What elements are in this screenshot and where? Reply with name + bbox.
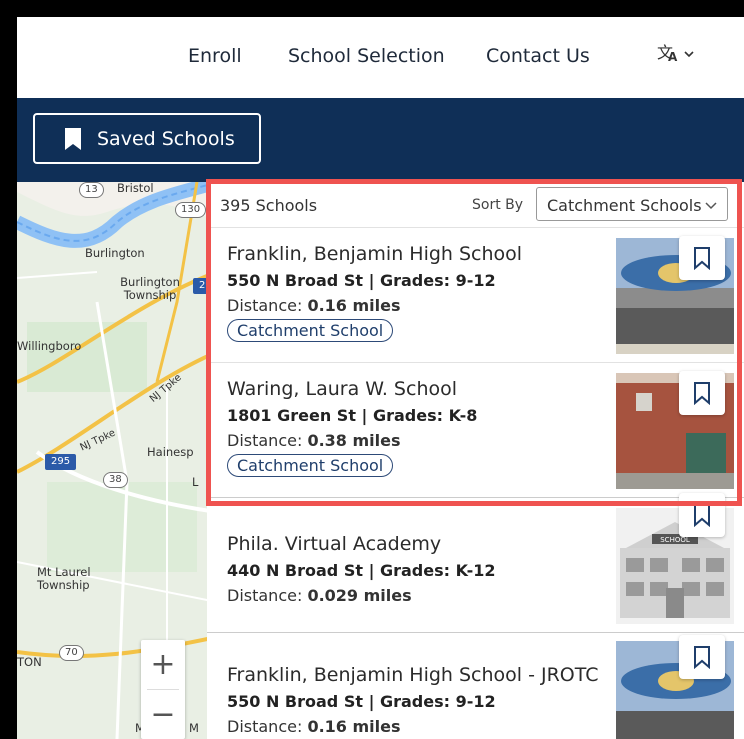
- map-label: M: [189, 721, 199, 735]
- nav-school-selection[interactable]: School Selection: [288, 45, 445, 67]
- list-header: 395 Schools Sort By Catchment Schools: [207, 182, 744, 227]
- saved-schools-button[interactable]: Saved Schools: [33, 113, 261, 164]
- school-count: 395 Schools: [220, 196, 318, 215]
- school-card[interactable]: Phila. Virtual Academy 440 N Broad St | …: [207, 493, 744, 632]
- map-label: Hainesp: [147, 445, 194, 459]
- school-address: 1801 Green St | Grades: K-8: [227, 406, 478, 425]
- distance-value: 0.029 miles: [307, 586, 412, 605]
- saved-schools-label: Saved Schools: [97, 127, 235, 150]
- chevron-down-icon: [705, 202, 717, 210]
- map-label: L: [192, 475, 199, 489]
- school-distance: Distance: 0.16 miles: [227, 717, 401, 736]
- thumb-sign: SCHOOL: [660, 536, 690, 544]
- translate-icon: 文 A: [657, 43, 694, 64]
- nav-contact-us[interactable]: Contact Us: [486, 45, 590, 67]
- nav-enroll[interactable]: Enroll: [188, 45, 242, 67]
- language-selector[interactable]: 文 A: [657, 43, 697, 68]
- school-distance: Distance: 0.16 miles: [227, 296, 401, 315]
- sort-by-label: Sort By: [472, 197, 524, 213]
- distance-value: 0.38 miles: [307, 431, 401, 450]
- route-shield: 130: [175, 202, 207, 218]
- route-shield: 38: [103, 472, 128, 488]
- bookmark-icon: [65, 127, 81, 150]
- route-shield: 70: [59, 645, 84, 661]
- bookmark-icon: [694, 646, 710, 669]
- zoom-out-button[interactable]: −: [141, 690, 185, 739]
- map-label: TON: [17, 655, 42, 669]
- school-name[interactable]: Waring, Laura W. School: [227, 378, 457, 400]
- map-label: Mt Laurel Township: [37, 565, 91, 592]
- bookmark-icon: [694, 382, 710, 405]
- school-distance: Distance: 0.38 miles: [227, 431, 401, 450]
- map-label: Willingboro: [17, 339, 82, 353]
- map-label: Burlington: [85, 246, 145, 260]
- school-name[interactable]: Franklin, Benjamin High School - JROTC: [227, 664, 599, 686]
- school-card[interactable]: Franklin, Benjamin High School 550 N Bro…: [207, 227, 744, 362]
- distance-value: 0.16 miles: [307, 296, 401, 315]
- map-label: Bristol: [117, 182, 154, 195]
- distance-label: Distance:: [227, 586, 308, 605]
- map-label: Burlington Township: [120, 275, 180, 302]
- zoom-in-button[interactable]: +: [141, 640, 185, 689]
- catchment-badge: Catchment School: [227, 454, 394, 477]
- bookmark-icon: [694, 247, 710, 270]
- school-name[interactable]: Phila. Virtual Academy: [227, 533, 441, 555]
- school-card[interactable]: Franklin, Benjamin High School - JROTC 5…: [207, 632, 744, 739]
- bookmark-button[interactable]: [679, 493, 725, 537]
- bookmark-icon: [694, 504, 710, 527]
- route-shield: 295: [45, 454, 77, 470]
- school-address: 550 N Broad St | Grades: 9-12: [227, 271, 496, 290]
- school-list-panel: 395 Schools Sort By Catchment Schools Fr…: [207, 182, 744, 739]
- distance-label: Distance:: [227, 717, 308, 736]
- map[interactable]: Bristol Burlington Burlington Township W…: [17, 182, 217, 739]
- school-address: 550 N Broad St | Grades: 9-12: [227, 692, 496, 711]
- top-nav: Enroll School Selection Contact Us 文 A: [17, 17, 744, 98]
- sort-select[interactable]: Catchment Schools: [536, 187, 728, 221]
- app-window: Enroll School Selection Contact Us 文 A S…: [17, 17, 744, 739]
- school-address: 440 N Broad St | Grades: K-12: [227, 561, 496, 580]
- svg-text:A: A: [668, 50, 678, 63]
- school-distance: Distance: 0.029 miles: [227, 586, 412, 605]
- route-shield: 13: [79, 182, 104, 198]
- school-name[interactable]: Franklin, Benjamin High School: [227, 243, 522, 265]
- bookmark-button[interactable]: [679, 371, 725, 415]
- school-card[interactable]: Waring, Laura W. School 1801 Green St | …: [207, 362, 744, 497]
- catchment-badge: Catchment School: [227, 319, 394, 342]
- distance-label: Distance:: [227, 296, 308, 315]
- zoom-controls: + −: [141, 640, 185, 739]
- sort-select-value: Catchment Schools: [547, 196, 702, 215]
- header-bar: Saved Schools: [17, 98, 744, 182]
- bookmark-button[interactable]: [679, 236, 725, 280]
- bookmark-button[interactable]: [679, 635, 725, 679]
- distance-value: 0.16 miles: [307, 717, 401, 736]
- distance-label: Distance:: [227, 431, 308, 450]
- chevron-down-icon: [684, 51, 694, 58]
